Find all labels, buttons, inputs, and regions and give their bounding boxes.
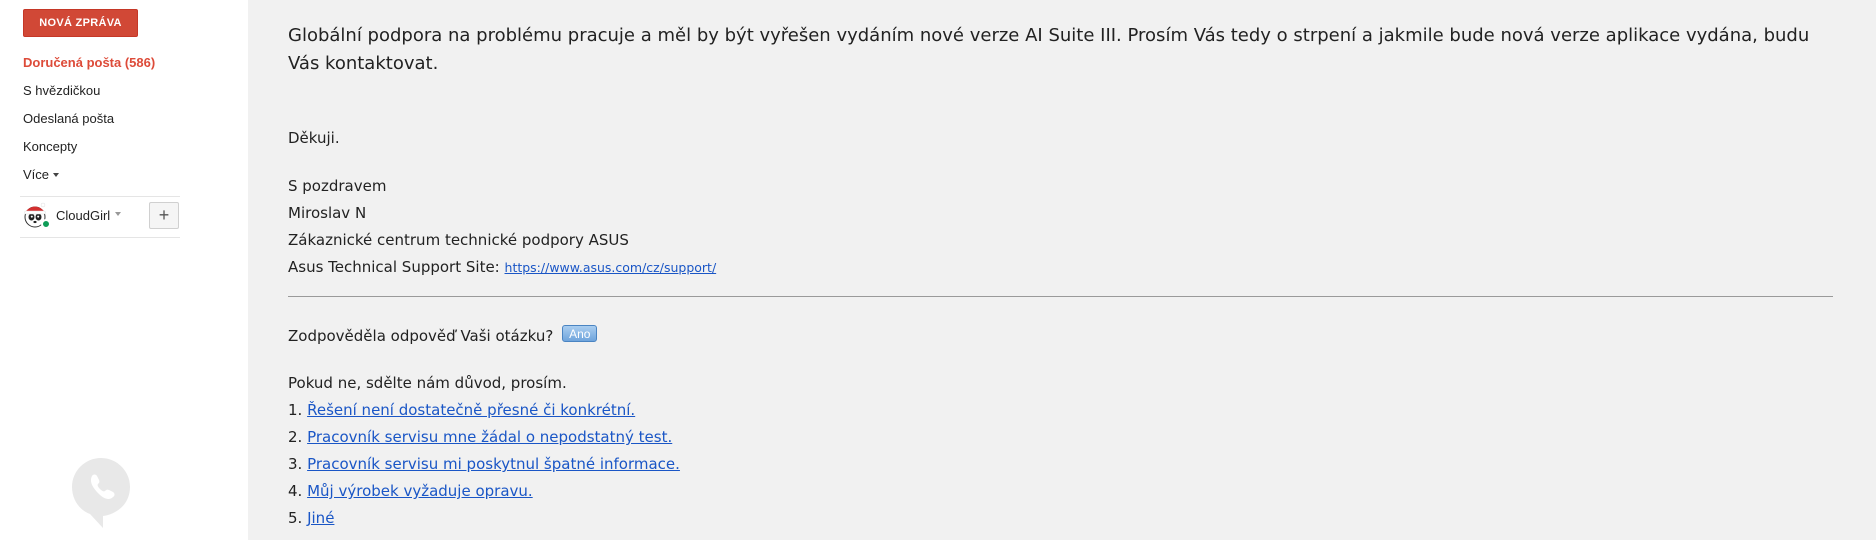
chevron-down-icon[interactable] (115, 212, 122, 216)
message-thanks: Děkuji. (288, 129, 340, 147)
reason-number: 3. (288, 455, 303, 473)
signature-greeting: S pozdravem (288, 177, 387, 195)
message-intro: Globální podpora na problému pracuje a m… (288, 25, 1810, 74)
nav-item-starred[interactable]: S hvězdičkou (0, 76, 248, 104)
compose-button[interactable]: NOVÁ ZPRÁVA (23, 9, 138, 37)
support-site-link[interactable]: https://www.asus.com/cz/support/ (505, 260, 717, 275)
add-contact-button[interactable]: + (149, 202, 179, 229)
avatar[interactable] (21, 201, 51, 229)
reason-number: 1. (288, 401, 303, 419)
reason-item: 4. Můj výrobek vyžaduje opravu. (288, 481, 533, 501)
reason-item: 1. Řešení není dostatečně přesné či konk… (288, 400, 635, 420)
site-label: Asus Technical Support Site: (288, 258, 500, 276)
nav-item-label: Odeslaná pošta (23, 110, 115, 126)
reason-number: 5. (288, 509, 303, 527)
nav-item-more[interactable]: Více (0, 160, 248, 188)
nav-item-inbox[interactable]: Doručená pošta (586) (0, 48, 248, 76)
message-pane: Globální podpora na problému pracuje a m… (248, 0, 1876, 540)
signature-name: Miroslav N (288, 204, 367, 222)
nav-item-label: S hvězdičkou (23, 82, 101, 98)
reason-link[interactable]: Jiné (307, 509, 334, 527)
signature-site: Asus Technical Support Site: https://www… (288, 257, 716, 278)
reason-item: 3. Pracovník servisu mi poskytnul špatné… (288, 454, 680, 474)
phone-call-button[interactable] (70, 456, 132, 530)
reason-link[interactable]: Můj výrobek vyžaduje opravu. (307, 482, 533, 500)
reason-link[interactable]: Pracovník servisu mi poskytnul špatné in… (307, 455, 680, 473)
nav-item-drafts[interactable]: Koncepty (0, 132, 248, 160)
sidebar-divider (20, 196, 180, 197)
yes-button[interactable]: Ano (562, 325, 598, 342)
sidebar-divider (20, 237, 180, 238)
nav-item-label: Více (23, 166, 50, 182)
hangouts-user-name[interactable]: CloudGirl (56, 208, 110, 223)
nav-item-sent[interactable]: Odeslaná pošta (0, 104, 248, 132)
reason-link[interactable]: Řešení není dostatečně přesné či konkrét… (307, 401, 635, 419)
mail-nav: Doručená pošta (586) S hvězdičkou Odesla… (0, 48, 248, 188)
feedback-question-row: Zodpověděla odpověď Vaši otázku? Ano (288, 325, 598, 346)
reason-number: 2. (288, 428, 303, 446)
message-divider (288, 296, 1833, 297)
phone-icon (72, 458, 130, 528)
reason-item: 5. Jiné (288, 508, 334, 528)
chevron-down-icon (53, 173, 60, 177)
nav-item-label: Koncepty (23, 138, 78, 154)
online-status-indicator (41, 219, 51, 229)
scroll-track[interactable] (1862, 0, 1876, 540)
signature-department: Zákaznické centrum technické podpory ASU… (288, 231, 629, 249)
hangouts-user-row[interactable]: CloudGirl + (20, 200, 180, 230)
left-sidebar: NOVÁ ZPRÁVA Doručená pošta (586) S hvězd… (0, 0, 248, 540)
nav-item-label: Doručená pošta (586) (23, 54, 156, 70)
reason-number: 4. (288, 482, 303, 500)
reason-item: 2. Pracovník servisu mne žádal o nepodst… (288, 427, 672, 447)
reasons-intro: Pokud ne, sdělte nám důvod, prosím. (288, 374, 567, 392)
feedback-question: Zodpověděla odpověď Vaši otázku? (288, 327, 554, 345)
reason-link[interactable]: Pracovník servisu mne žádal o nepodstatn… (307, 428, 672, 446)
plus-icon: + (158, 205, 170, 225)
